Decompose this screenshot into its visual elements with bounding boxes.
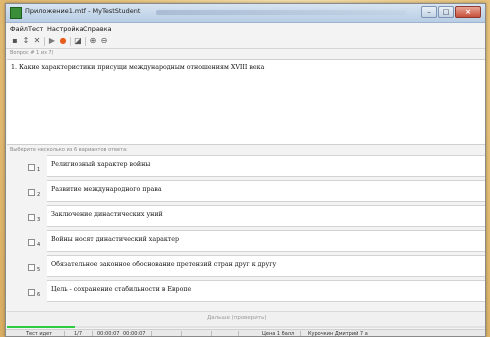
progress-bar: [7, 326, 485, 328]
answer-text: Войны носят династический характер: [51, 236, 180, 243]
status-separator: [92, 331, 93, 336]
menu-test[interactable]: Тест: [28, 25, 43, 33]
status-bar: Тест идет 1/7 00:00:07 00:00:07 Цена 1 б…: [6, 329, 485, 337]
answer-text: Обязательное законное обоснование претен…: [51, 261, 277, 268]
progress-fill: [7, 326, 76, 328]
answer-number: 2: [37, 192, 41, 198]
answer-field[interactable]: Войны носят династический характер: [47, 230, 485, 252]
close-button[interactable]: ×: [455, 6, 481, 18]
answer-option[interactable]: 4 Войны носят династический характер: [7, 230, 485, 253]
answer-number: 3: [37, 217, 41, 223]
answer-checkbox[interactable]: [28, 239, 35, 246]
toolbar-separator: [44, 37, 45, 46]
app-icon: [10, 7, 22, 19]
menu-help[interactable]: Справка: [83, 25, 112, 33]
answer-field[interactable]: Обязательное законное обоснование претен…: [47, 255, 485, 277]
sort-icon[interactable]: ↕: [21, 36, 31, 46]
answer-number: 5: [37, 267, 41, 273]
menu-bar: Файл Тест Настройка Справка: [6, 23, 485, 35]
window-title: Приложение1.mtf - MyTestStudent: [25, 7, 141, 15]
status-separator: [211, 331, 212, 336]
stop-icon[interactable]: ●: [58, 36, 68, 46]
answer-field[interactable]: Развитие международного права: [47, 180, 485, 202]
minimize-button[interactable]: –: [421, 6, 437, 18]
status-separator: [238, 331, 239, 336]
answers-list: 1 Религиозный характер войны 2 Развитие …: [7, 155, 485, 308]
answer-checkbox[interactable]: [28, 264, 35, 271]
answer-option[interactable]: 2 Развитие международного права: [7, 180, 485, 203]
title-bar[interactable]: Приложение1.mtf - MyTestStudent – □ ×: [6, 4, 485, 23]
answer-number: 4: [37, 242, 41, 248]
status-student: Курочкин Дмитрий 7 а: [308, 331, 368, 337]
question-text: 1. Какие характеристики присущи междунар…: [11, 64, 265, 71]
toolbar: ▪ ↕ ✕ ▶ ● ◪ ⊕ ⊖: [6, 35, 485, 49]
status-price: Цена 1 балл: [262, 331, 295, 337]
answer-text: Заключение династических уний: [51, 211, 163, 218]
answer-checkbox[interactable]: [28, 289, 35, 296]
status-time-elapsed: 00:00:07: [97, 331, 120, 337]
menu-file[interactable]: Файл: [10, 25, 28, 33]
answer-field[interactable]: Заключение династических уний: [47, 205, 485, 227]
menu-settings[interactable]: Настройка: [47, 25, 83, 33]
status-separator: [151, 331, 152, 336]
list-icon[interactable]: ▪: [10, 36, 20, 46]
window-controls: – □ ×: [420, 6, 481, 19]
maximize-button[interactable]: □: [438, 6, 454, 18]
app-window: Приложение1.mtf - MyTestStudent – □ × Фа…: [5, 3, 486, 337]
split-icon[interactable]: ◪: [73, 36, 83, 46]
toolbar-separator: [70, 37, 71, 46]
title-bar-blur: [156, 10, 406, 15]
answer-option[interactable]: 3 Заключение династических уний: [7, 205, 485, 228]
zoom-in-icon[interactable]: ⊕: [88, 36, 98, 46]
status-time-limit: 00:00:07: [123, 331, 146, 337]
answer-number: 6: [37, 292, 41, 298]
answer-field[interactable]: Цель - сохранение стабильности в Европе: [47, 280, 485, 302]
next-bar: Дальше (проверить): [7, 311, 485, 326]
question-panel: 1. Какие характеристики присущи междунар…: [7, 59, 485, 145]
status-separator: [64, 331, 65, 336]
zoom-out-icon[interactable]: ⊖: [99, 36, 109, 46]
status-separator: [300, 331, 301, 336]
answer-checkbox[interactable]: [28, 214, 35, 221]
status-mode: Тест идет: [26, 331, 53, 337]
answer-option[interactable]: 5 Обязательное законное обоснование прет…: [7, 255, 485, 278]
answer-option[interactable]: 6 Цель - сохранение стабильности в Европ…: [7, 280, 485, 303]
play-icon[interactable]: ▶: [47, 36, 57, 46]
question-number: Вопрос # 1 из 7): [10, 50, 54, 56]
next-button[interactable]: Дальше (проверить): [207, 315, 266, 321]
answer-option[interactable]: 1 Религиозный характер войны: [7, 155, 485, 178]
status-count: 1/7: [74, 331, 83, 337]
answers-instruction: Выберите несколько из 6 вариантов ответа…: [10, 147, 128, 153]
answer-field[interactable]: Религиозный характер войны: [47, 155, 485, 177]
answer-text: Развитие международного права: [51, 186, 162, 193]
answer-checkbox[interactable]: [28, 164, 35, 171]
answer-text: Религиозный характер войны: [51, 161, 151, 168]
answer-checkbox[interactable]: [28, 189, 35, 196]
answer-text: Цель - сохранение стабильности в Европе: [51, 286, 192, 293]
close-icon[interactable]: ✕: [32, 36, 42, 46]
answer-number: 1: [37, 167, 41, 173]
status-separator: [181, 331, 182, 336]
toolbar-separator: [85, 37, 86, 46]
